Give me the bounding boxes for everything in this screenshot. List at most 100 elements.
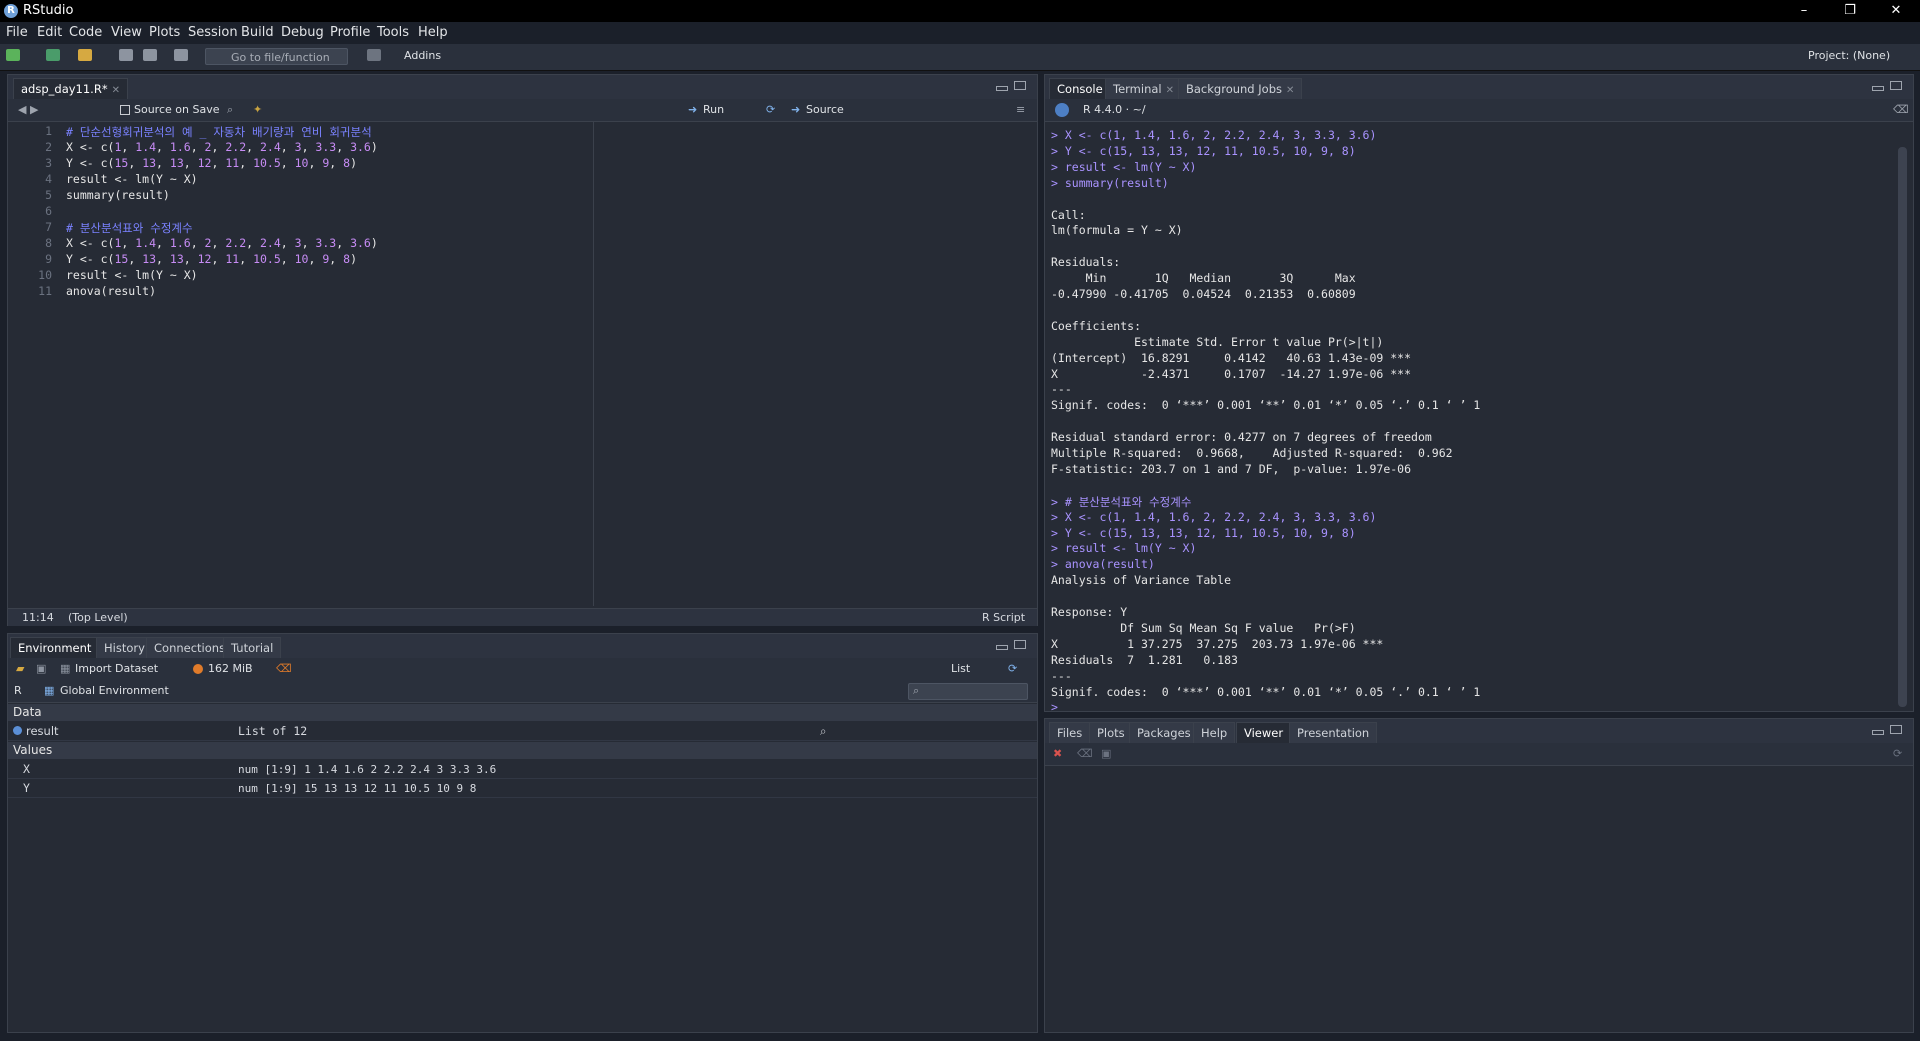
- refresh-icon[interactable]: ⟳: [1008, 662, 1017, 675]
- code-line: X <- c(1, 1.4, 1.6, 2, 2.2, 2.4, 3, 3.3,…: [66, 236, 378, 250]
- menu-help[interactable]: Help: [418, 25, 448, 40]
- refresh-icon[interactable]: ⟳: [1893, 747, 1902, 760]
- minimize-pane-icon[interactable]: [1872, 86, 1884, 91]
- menu-debug[interactable]: Debug: [281, 25, 324, 40]
- save-workspace-icon[interactable]: ▣: [36, 662, 46, 675]
- editor-toolbar: ◀ ▶ Source on Save ⌕ ✦ ➜ Run ⟳ ➜ Source …: [8, 99, 1037, 122]
- scope-selector[interactable]: (Top Level): [68, 611, 128, 624]
- tab-files[interactable]: Files: [1049, 722, 1091, 743]
- back-forward-icon[interactable]: ◀ ▶: [18, 103, 38, 116]
- rerun-icon[interactable]: ⟳: [766, 103, 775, 116]
- env-var-name: result: [26, 724, 59, 738]
- view-mode-selector[interactable]: List: [951, 662, 970, 675]
- minimize-pane-icon[interactable]: [996, 86, 1008, 91]
- menu-view[interactable]: View: [111, 25, 142, 40]
- expand-icon[interactable]: [13, 726, 22, 735]
- minimize-button[interactable]: –: [1781, 0, 1827, 22]
- run-button[interactable]: Run: [703, 103, 724, 116]
- console-output-line: ---: [1051, 382, 1072, 397]
- tab-history[interactable]: History: [96, 637, 153, 658]
- clear-viewer-icon[interactable]: ⌫: [1077, 747, 1093, 760]
- save-all-icon[interactable]: [143, 49, 157, 61]
- save-icon[interactable]: [119, 49, 133, 61]
- import-dataset-button[interactable]: Import Dataset: [75, 662, 158, 675]
- minimize-pane-icon[interactable]: [996, 645, 1008, 650]
- load-workspace-icon[interactable]: ▰: [16, 662, 24, 675]
- language-selector[interactable]: R: [14, 684, 22, 697]
- goto-file-input[interactable]: Go to file/function: [205, 48, 348, 65]
- close-tab-icon[interactable]: ✕: [1286, 85, 1294, 96]
- outline-icon[interactable]: ≡: [1016, 103, 1025, 116]
- env-search-input[interactable]: ⌕: [908, 683, 1028, 700]
- tab-terminal[interactable]: Terminal ✕: [1105, 78, 1182, 99]
- tab-help[interactable]: Help: [1193, 722, 1236, 743]
- console-scrollbar[interactable]: [1898, 147, 1907, 707]
- files-pane: Files Plots Packages Help Viewer Present…: [1044, 718, 1914, 1033]
- maximize-pane-icon[interactable]: [1014, 640, 1026, 649]
- menu-profile[interactable]: Profile: [330, 25, 370, 40]
- tab-presentation[interactable]: Presentation: [1289, 722, 1378, 743]
- export-icon[interactable]: ▣: [1101, 747, 1111, 760]
- background-jobs-tab-label: Background Jobs: [1186, 82, 1282, 96]
- title-bar: R RStudio – ❐ ✕: [0, 0, 1920, 22]
- view-data-icon[interactable]: ⌕: [820, 722, 826, 741]
- clear-console-icon[interactable]: ⌫: [1893, 103, 1909, 116]
- console-output-line: F-statistic: 203.7 on 1 and 7 DF, p-valu…: [1051, 461, 1412, 476]
- new-project-icon[interactable]: [46, 49, 60, 61]
- menu-code[interactable]: Code: [69, 25, 102, 40]
- new-file-icon[interactable]: [6, 49, 20, 61]
- restore-button[interactable]: ❐: [1827, 0, 1873, 22]
- tab-tutorial[interactable]: Tutorial: [223, 637, 282, 658]
- minimize-pane-icon[interactable]: [1872, 730, 1884, 735]
- env-row-result[interactable]: result List of 12 ⌕: [8, 722, 1037, 741]
- search-icon[interactable]: ⌕: [227, 103, 233, 117]
- tab-adsp-day11[interactable]: adsp_day11.R* ✕: [13, 78, 128, 99]
- close-tab-icon[interactable]: ✕: [1166, 85, 1174, 96]
- remove-viewer-icon[interactable]: ✖: [1053, 747, 1062, 760]
- env-var-value: num [1:9] 15 13 13 12 11 10.5 10 9 8: [238, 782, 477, 795]
- workspace-panes-icon[interactable]: [367, 49, 381, 61]
- cursor-position: 11:14: [22, 611, 54, 624]
- maximize-pane-icon[interactable]: [1014, 81, 1026, 90]
- source-on-save-checkbox[interactable]: [120, 105, 130, 115]
- console-input-line: > result <- lm(Y ~ X): [1051, 541, 1197, 556]
- tab-console[interactable]: Console: [1049, 78, 1111, 99]
- maximize-pane-icon[interactable]: [1890, 81, 1902, 90]
- tab-background-jobs[interactable]: Background Jobs ✕: [1178, 78, 1303, 99]
- tab-environment[interactable]: Environment: [10, 637, 100, 658]
- memory-usage[interactable]: 162 MiB: [208, 662, 253, 675]
- close-tab-icon[interactable]: ✕: [112, 85, 120, 96]
- tab-plots[interactable]: Plots: [1089, 722, 1133, 743]
- file-type-selector[interactable]: R Script: [982, 611, 1025, 624]
- tab-packages[interactable]: Packages: [1129, 722, 1199, 743]
- console-output-line: (Intercept) 16.8291 0.4142 40.63 1.43e-0…: [1051, 350, 1412, 365]
- open-file-icon[interactable]: [78, 49, 92, 61]
- console-input-line: >: [1051, 700, 1065, 715]
- project-menu[interactable]: Project: (None): [1808, 49, 1890, 62]
- console-output-line: Min 1Q Median 3Q Max: [1051, 271, 1363, 286]
- code-line: result <- lm(Y ~ X): [66, 268, 198, 282]
- menu-plots[interactable]: Plots: [149, 25, 180, 40]
- tab-viewer[interactable]: Viewer: [1236, 722, 1292, 743]
- env-row-x[interactable]: X num [1:9] 1 1.4 1.6 2 2.2 2.4 3 3.3 3.…: [8, 760, 1037, 779]
- magic-wand-icon[interactable]: ✦: [253, 103, 262, 116]
- menu-file[interactable]: File: [6, 25, 28, 40]
- clear-broom-icon[interactable]: ⌫: [276, 662, 292, 675]
- code-line: # 분산분석표와 수정계수: [66, 221, 193, 235]
- print-icon[interactable]: [174, 49, 188, 61]
- menu-build[interactable]: Build: [241, 25, 274, 40]
- addins-button[interactable]: Addins: [404, 49, 441, 62]
- menu-session[interactable]: Session: [188, 25, 238, 40]
- env-tabbar: Environment History Connections Tutorial: [8, 634, 1037, 659]
- env-row-y[interactable]: Y num [1:9] 15 13 13 12 11 10.5 10 9 8: [8, 779, 1037, 798]
- menu-edit[interactable]: Edit: [37, 25, 62, 40]
- menu-tools[interactable]: Tools: [377, 25, 409, 40]
- source-button[interactable]: Source: [806, 103, 844, 116]
- import-dataset-icon: ▦: [60, 662, 71, 675]
- close-button[interactable]: ✕: [1873, 0, 1919, 22]
- tab-connections[interactable]: Connections: [146, 637, 234, 658]
- code-line: Y <- c(15, 13, 13, 12, 11, 10.5, 10, 9, …: [66, 252, 358, 266]
- environment-selector[interactable]: Global Environment: [60, 684, 169, 697]
- search-icon: ⌕: [913, 684, 920, 697]
- maximize-pane-icon[interactable]: [1890, 725, 1902, 734]
